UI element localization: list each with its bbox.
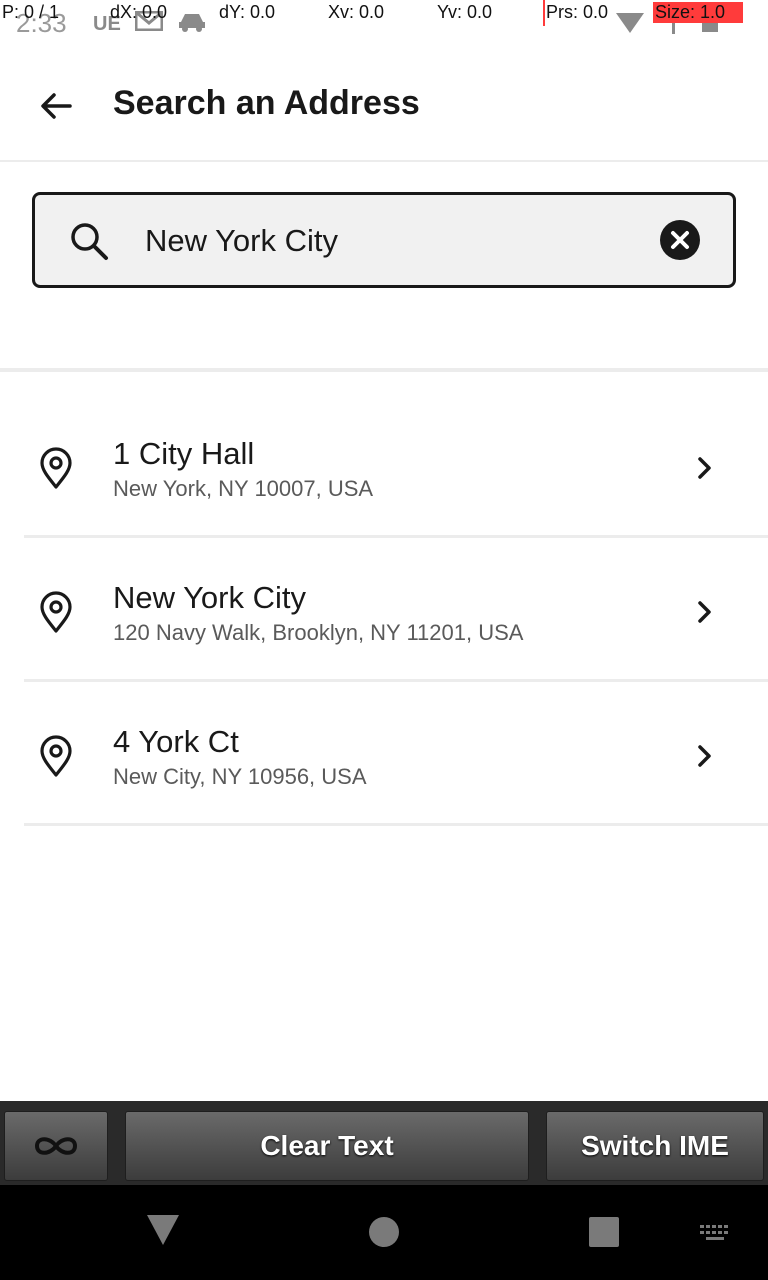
section-divider: [0, 368, 768, 372]
overlay-xv: Xv: 0.0: [328, 2, 385, 22]
header: Search an Address: [0, 58, 768, 162]
search-box[interactable]: [32, 192, 736, 288]
overlay-dx: dX: 0.0: [110, 2, 168, 22]
result-item[interactable]: New York City 120 Navy Walk, Brooklyn, N…: [24, 540, 768, 682]
chevron-right-icon: [698, 745, 711, 767]
overlay-pointer-count: P: 0 / 1: [2, 2, 60, 22]
pointer-location-overlay: P: 0 / 1 dX: 0.0 dY: 0.0 Xv: 0.0 Yv: 0.0…: [0, 0, 768, 26]
chevron-right-icon: [698, 601, 711, 623]
result-subtitle: New York, NY 10007, USA: [113, 476, 374, 501]
overlay-yv: Yv: 0.0: [437, 2, 493, 22]
navigation-bar: [0, 1185, 768, 1280]
search-input[interactable]: [145, 213, 625, 269]
result-item[interactable]: 4 York Ct New City, NY 10956, USA: [24, 684, 768, 826]
clear-text-button[interactable]: Clear Text: [125, 1111, 529, 1181]
result-title: 4 York Ct: [113, 724, 239, 759]
result-title: 1 City Hall: [113, 436, 255, 471]
close-circle-icon: [671, 231, 689, 249]
search-icon: [71, 223, 108, 260]
back-button[interactable]: [32, 82, 80, 130]
keyboard-icon[interactable]: [698, 1223, 732, 1243]
overlay-pressure: Prs: 0.0: [546, 2, 609, 22]
location-pin-icon: [40, 591, 72, 633]
clear-search-button[interactable]: [660, 220, 700, 260]
arrow-left-icon: [41, 93, 72, 119]
overlay-dy: dY: 0.0: [219, 2, 276, 22]
location-pin-icon: [40, 447, 72, 489]
result-item[interactable]: 1 City Hall New York, NY 10007, USA: [24, 396, 768, 538]
keyboard-toolbar: Clear Text Switch IME: [0, 1101, 768, 1185]
result-subtitle: 120 Navy Walk, Brooklyn, NY 11201, USA: [113, 620, 524, 645]
results-list: 1 City Hall New York, NY 10007, USA New …: [0, 396, 768, 826]
infinity-icon: [34, 1137, 78, 1155]
recents-square-icon[interactable]: [589, 1217, 619, 1247]
overlay-marker: [543, 0, 545, 26]
infinity-button[interactable]: [4, 1111, 108, 1181]
location-pin-icon: [40, 735, 72, 777]
switch-ime-button[interactable]: Switch IME: [546, 1111, 764, 1181]
overlay-size: Size: 1.0: [653, 2, 744, 23]
back-triangle-icon[interactable]: [147, 1215, 179, 1245]
chevron-right-icon: [698, 457, 711, 479]
home-circle-icon[interactable]: [369, 1217, 399, 1247]
result-title: New York City: [113, 580, 306, 615]
page-title: Search an Address: [113, 84, 420, 122]
result-subtitle: New City, NY 10956, USA: [113, 764, 367, 789]
